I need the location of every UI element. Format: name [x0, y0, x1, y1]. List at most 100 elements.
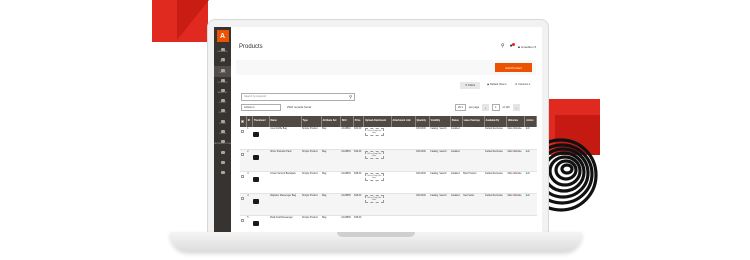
cell-link	[391, 127, 416, 150]
product-thumbnail	[253, 198, 260, 204]
table-row[interactable]: 1 Joust Duffle Bag Simple Product Bag 24-MB0…	[240, 127, 537, 150]
cell-sku: 24-MB01	[340, 127, 354, 150]
actions-dropdown[interactable]: Actions ▾	[241, 104, 281, 111]
view-label: Default View	[490, 83, 505, 86]
cell-link	[391, 193, 416, 216]
sidebar-nav-icon	[220, 89, 225, 93]
sidebar-item-label: STORES	[219, 123, 226, 125]
column-header[interactable]: Type	[301, 116, 322, 127]
column-header[interactable]: Visibility	[429, 116, 451, 127]
column-header[interactable]: Name	[269, 116, 302, 127]
cell-action[interactable]: Edit	[524, 149, 537, 172]
cell-sku: 24-MB05	[340, 193, 354, 216]
column-header[interactable]: Status	[450, 116, 463, 127]
column-header[interactable]: Available By	[484, 116, 508, 127]
keyword-search-input[interactable]: Search by keyword ⚲	[241, 93, 355, 101]
row-checkbox[interactable]	[241, 196, 244, 200]
column-header[interactable]: Attribute Set	[321, 116, 341, 127]
sidebar-item-reports[interactable]: REPORTS	[214, 107, 231, 117]
sidebar-item-marketing[interactable]: MARKETING	[214, 87, 231, 97]
sidebar-item-catalog[interactable]: CATALOG	[214, 66, 231, 77]
sidebar-item-sales[interactable]: SALES	[214, 56, 231, 66]
view-selector[interactable]: ◉ Default View ▾	[487, 83, 507, 86]
file-drop-zone[interactable]: Click or Drag Files Here	[364, 194, 384, 203]
edit-link[interactable]: Edit	[526, 173, 530, 175]
columns-selector[interactable]: ⚙ Columns ▾	[515, 83, 530, 86]
per-page-value: 20	[458, 106, 461, 109]
edit-link[interactable]: Edit	[526, 128, 530, 130]
adobe-logo[interactable]: A	[216, 30, 229, 42]
sidebar-item-stores[interactable]: STORES	[214, 117, 231, 127]
grid-header-row: ID Thumbnail Name Type Attribute Set SKU Price…	[240, 116, 537, 127]
table-row[interactable]: 3 Crown Summit Backpack Simple Product Bag 2…	[240, 171, 537, 194]
sidebar-nav-icon	[220, 171, 225, 175]
column-header[interactable]: Latest Savings	[462, 116, 485, 127]
cell-action[interactable]: Edit	[524, 171, 537, 194]
cell-action[interactable]: Edit	[524, 127, 537, 150]
sidebar-item-content[interactable]: CONTENT	[214, 97, 231, 107]
sidebar-item-blank-11[interactable]	[214, 158, 231, 168]
cell-sku: 24-MB04	[340, 149, 354, 172]
notification-bell-icon[interactable]: ●	[510, 43, 515, 49]
cell-visibility: Catalog, Search	[429, 193, 451, 216]
prev-page-button[interactable]: ‹	[482, 104, 490, 111]
column-header[interactable]: Thumbnail	[252, 116, 270, 127]
cell-action[interactable]: Edit	[524, 193, 537, 216]
sidebar-item-blank-10[interactable]	[214, 148, 231, 158]
cell-name: Strive Shoulder Pack	[269, 149, 302, 172]
cell-qty: 100.0000	[415, 149, 430, 172]
sidebar-nav-icon	[220, 78, 225, 82]
column-header[interactable]: Quantity	[415, 116, 430, 127]
row-checkbox[interactable]	[241, 174, 244, 178]
cell-visibility: Catalog, Search	[429, 149, 451, 172]
row-checkbox[interactable]	[241, 130, 244, 133]
cell-visibility: Catalog, Search	[429, 127, 451, 150]
table-row[interactable]: 4 Wayfarer Messenger Bag Simple Product Bag…	[240, 193, 537, 216]
file-drop-zone[interactable]: Click or Drag Files Here	[364, 172, 384, 181]
add-product-button[interactable]: Add Product	[495, 63, 532, 72]
sidebar-nav-icon	[220, 161, 225, 165]
table-row[interactable]: 5 Rival Field Messenger Simple Product Bag 2…	[240, 215, 537, 232]
edit-link[interactable]: Edit	[526, 151, 530, 153]
sidebar-item-customers[interactable]: CUSTOMERS	[214, 77, 231, 87]
cell-available	[484, 215, 507, 232]
column-header[interactable]: Upload Attachment	[363, 116, 392, 127]
column-header[interactable]: Attachment Link	[391, 116, 416, 127]
edit-link[interactable]: Edit	[526, 195, 530, 197]
cell-available: Default Exclusive	[484, 149, 507, 172]
page-title: Products	[239, 44, 263, 50]
marketing-stage: A DASHBOARD SALES CATALOG CUSTOMERS MARKETIN…	[0, 0, 750, 260]
file-drop-zone[interactable]: Click or Drag Files Here	[364, 150, 384, 159]
column-header[interactable]: SKU	[340, 116, 354, 127]
file-drop-zone[interactable]: Click or Drag Files Here	[364, 128, 384, 137]
column-header[interactable]: Price	[353, 116, 365, 127]
row-checkbox[interactable]	[241, 152, 244, 156]
cell-upload: Click or Drag Files Here	[363, 193, 392, 216]
next-page-button[interactable]: ›	[512, 104, 520, 111]
page-number-input[interactable]: 1	[492, 104, 500, 111]
sidebar-item-dashboard[interactable]: DASHBOARD	[214, 46, 231, 56]
cell-thumb	[252, 193, 270, 216]
sidebar-item-blank-12[interactable]	[214, 168, 231, 178]
product-thumbnail	[253, 220, 260, 226]
sidebar-item-system[interactable]: SYSTEM	[214, 128, 231, 138]
select-all-checkbox[interactable]	[241, 120, 244, 124]
product-thumbnail	[253, 176, 260, 182]
filters-button[interactable]: ▼ Filters	[460, 82, 480, 89]
column-header[interactable]: Websites	[506, 116, 526, 127]
search-icon[interactable]: ⚲	[501, 44, 505, 49]
column-header[interactable]: Action	[524, 116, 537, 127]
row-checkbox[interactable]	[241, 218, 244, 222]
cell-action[interactable]	[524, 215, 537, 232]
user-menu[interactable]: ♟ Amedium ▾	[518, 45, 536, 49]
table-row[interactable]: 2 Strive Shoulder Pack Simple Product Bag 24…	[240, 149, 537, 172]
actions-label: Actions	[244, 106, 253, 109]
search-icon[interactable]: ⚲	[349, 94, 352, 100]
cell-thumb	[252, 149, 270, 172]
sidebar-item-find[interactable]: FIND PARTNERS & EXTENSIONS	[214, 138, 235, 148]
per-page-select[interactable]: 20 ▾	[455, 104, 466, 111]
sidebar-nav-icon	[220, 139, 225, 143]
sidebar-item-label: CATALOG	[218, 72, 227, 74]
sidebar-item-label: DASHBOARD	[217, 52, 228, 54]
cell-visibility: Catalog, Search	[429, 171, 451, 194]
